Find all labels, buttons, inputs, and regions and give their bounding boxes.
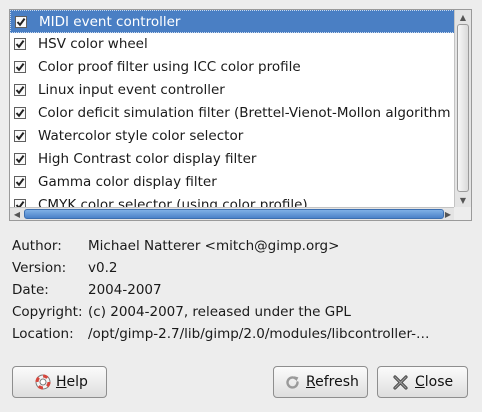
module-checkbox[interactable] (14, 84, 26, 96)
module-label: Color proof filter using ICC color profi… (38, 59, 301, 75)
horizontal-scroll-thumb[interactable] (24, 209, 444, 219)
date-value: 2004-2007 (88, 282, 162, 298)
module-checkbox[interactable] (14, 153, 26, 165)
help-lifebuoy-icon (35, 374, 51, 394)
scroll-left-icon[interactable]: ◀ (11, 208, 23, 220)
version-value: v0.2 (88, 260, 118, 276)
scroll-up-icon[interactable]: ▲ (456, 10, 470, 24)
module-label: CMYK color selector (using color profile… (38, 197, 308, 207)
help-button[interactable]: Help (12, 366, 107, 398)
horizontal-scrollbar[interactable]: ◀ ▶ (10, 207, 455, 220)
checkmark-icon (16, 18, 26, 27)
module-row[interactable]: CMYK color selector (using color profile… (10, 194, 455, 207)
version-label: Version: (12, 260, 67, 276)
module-row[interactable]: Watercolor style color selector (10, 125, 455, 148)
refresh-icon (284, 374, 301, 395)
vertical-scrollbar[interactable]: ▲ ▼ (454, 10, 471, 207)
module-label: Color deficit simulation filter (Brettel… (38, 105, 451, 121)
module-row[interactable]: HSV color wheel (10, 33, 455, 56)
module-checkbox[interactable] (15, 16, 27, 28)
module-checkbox[interactable] (14, 38, 26, 50)
module-row[interactable]: Linux input event controller (10, 79, 455, 102)
module-label: Linux input event controller (38, 82, 225, 98)
refresh-button-label: Refresh (306, 374, 359, 390)
checkmark-icon (15, 132, 25, 141)
refresh-button[interactable]: Refresh (273, 366, 368, 398)
date-label: Date: (12, 282, 49, 298)
copyright-label: Copyright: (12, 304, 83, 320)
module-checkbox[interactable] (14, 176, 26, 188)
close-x-icon (392, 374, 409, 395)
author-value: Michael Natterer <mitch@gimp.org> (88, 238, 340, 254)
module-list[interactable]: MIDI event controller HSV color wheel Colo… (9, 9, 472, 221)
scroll-down-icon[interactable]: ▼ (456, 193, 470, 207)
module-row[interactable]: Color proof filter using ICC color profi… (10, 56, 455, 79)
module-label: High Contrast color display filter (38, 151, 257, 167)
module-label: Gamma color display filter (38, 174, 217, 190)
module-label: MIDI event controller (39, 14, 181, 30)
location-label: Location: (12, 326, 74, 342)
module-label: HSV color wheel (38, 36, 148, 52)
module-checkbox[interactable] (14, 61, 26, 73)
author-label: Author: (12, 238, 62, 254)
scrollbar-corner (454, 207, 471, 220)
module-row[interactable]: High Contrast color display filter (10, 148, 455, 171)
help-button-label: Help (56, 374, 88, 390)
close-button-label: Close (415, 374, 454, 390)
module-checkbox[interactable] (14, 199, 26, 207)
copyright-value: (c) 2004-2007, released under the GPL (88, 304, 351, 320)
checkmark-icon (15, 109, 25, 118)
module-checkbox[interactable] (14, 107, 26, 119)
vertical-scroll-thumb[interactable] (457, 24, 469, 192)
checkmark-icon (15, 86, 25, 95)
checkmark-icon (15, 201, 25, 207)
module-list-viewport: MIDI event controller HSV color wheel Colo… (10, 10, 455, 207)
module-row[interactable]: Gamma color display filter (10, 171, 455, 194)
checkmark-icon (15, 178, 25, 187)
module-label: Watercolor style color selector (38, 128, 244, 144)
checkmark-icon (15, 63, 25, 72)
scroll-right-icon[interactable]: ▶ (442, 208, 454, 220)
location-value: /opt/gimp-2.7/lib/gimp/2.0/modules/libco… (88, 326, 430, 342)
checkmark-icon (15, 155, 25, 164)
checkmark-icon (15, 40, 25, 49)
close-button[interactable]: Close (377, 366, 468, 398)
module-checkbox[interactable] (14, 130, 26, 142)
module-row[interactable]: MIDI event controller (10, 10, 455, 33)
module-row[interactable]: Color deficit simulation filter (Brettel… (10, 102, 455, 125)
